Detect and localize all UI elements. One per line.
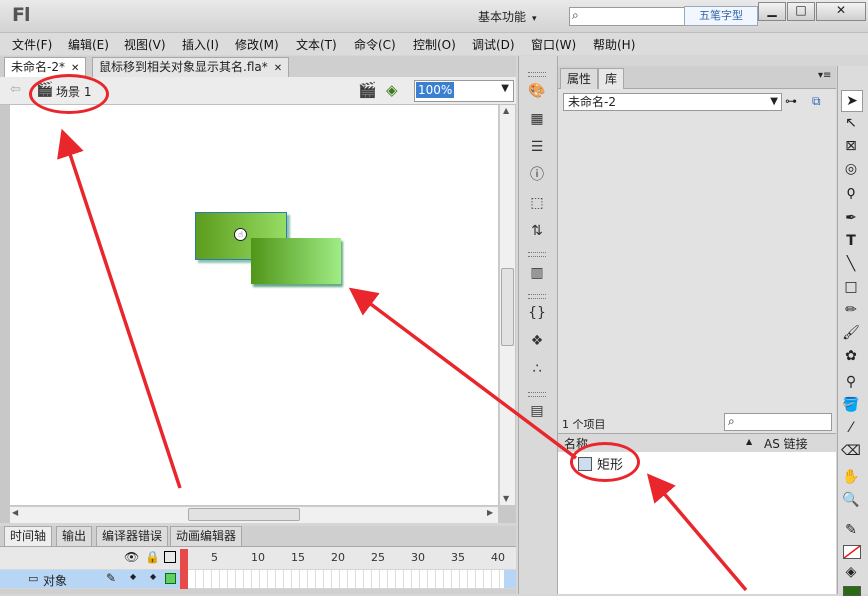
annotation-arrows <box>57 128 748 592</box>
annotation-arrow <box>646 473 748 592</box>
annotation-arrow <box>57 128 182 489</box>
annotation-arrow <box>348 287 578 460</box>
